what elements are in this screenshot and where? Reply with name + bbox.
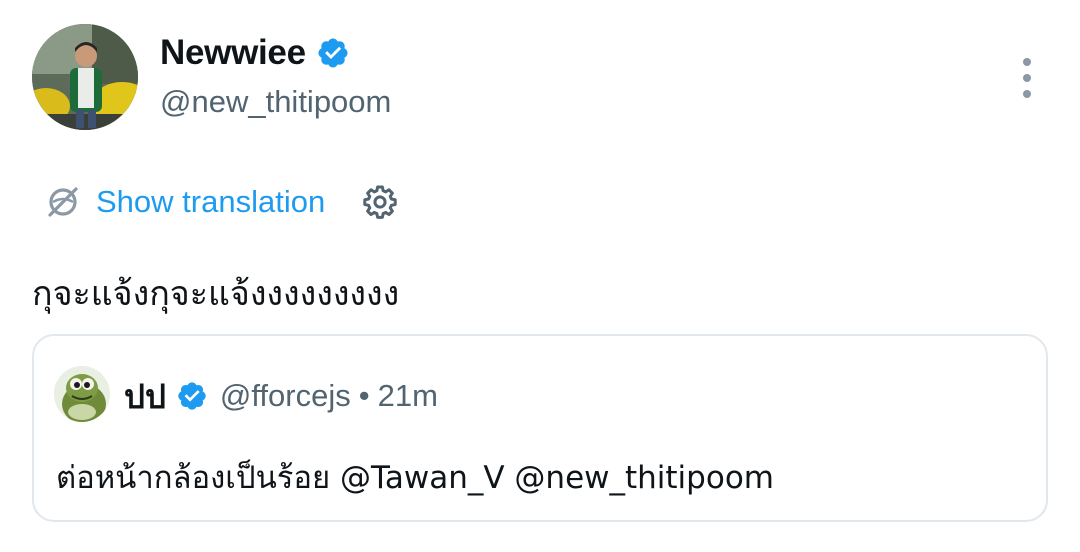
quoted-handle[interactable]: @fforcejs bbox=[220, 378, 351, 414]
quoted-header-row: ปป @fforcejs • 21m bbox=[124, 374, 438, 418]
verified-badge-icon[interactable] bbox=[176, 380, 208, 412]
quoted-tweet-text: ต่อหน้ากล้องเป็นร้อย @Tawan_V @new_thiti… bbox=[56, 460, 774, 496]
quoted-author-avatar[interactable] bbox=[54, 366, 110, 422]
more-dot bbox=[1023, 74, 1031, 82]
translate-globe-icon bbox=[44, 183, 82, 221]
more-dot bbox=[1023, 58, 1031, 66]
author-handle[interactable]: @new_thitipoom bbox=[160, 84, 391, 120]
show-translation-link[interactable]: Show translation bbox=[96, 184, 325, 220]
author-avatar[interactable] bbox=[32, 24, 138, 130]
author-display-name[interactable]: Newwiee bbox=[160, 33, 306, 73]
more-options-icon[interactable] bbox=[1014, 58, 1040, 98]
quoted-tweet-card[interactable]: ปป @fforcejs • 21m ต่อหน้ากล้องเป็นร้อย … bbox=[32, 334, 1048, 522]
verified-badge-icon[interactable] bbox=[316, 36, 350, 70]
translation-row: Show translation bbox=[44, 180, 399, 224]
more-dot bbox=[1023, 90, 1031, 98]
tweet-text: กุจะแจ้งกุจะแจ้งงงงงงงงง bbox=[32, 274, 400, 314]
translation-settings-gear-icon[interactable] bbox=[361, 183, 399, 221]
quoted-display-name[interactable]: ปป bbox=[124, 370, 166, 423]
author-avatar-image bbox=[32, 24, 138, 130]
quoted-avatar-image bbox=[54, 366, 110, 422]
quoted-separator: • bbox=[358, 378, 370, 413]
quoted-timestamp[interactable]: 21m bbox=[378, 378, 438, 414]
author-name-row: Newwiee bbox=[160, 30, 350, 76]
